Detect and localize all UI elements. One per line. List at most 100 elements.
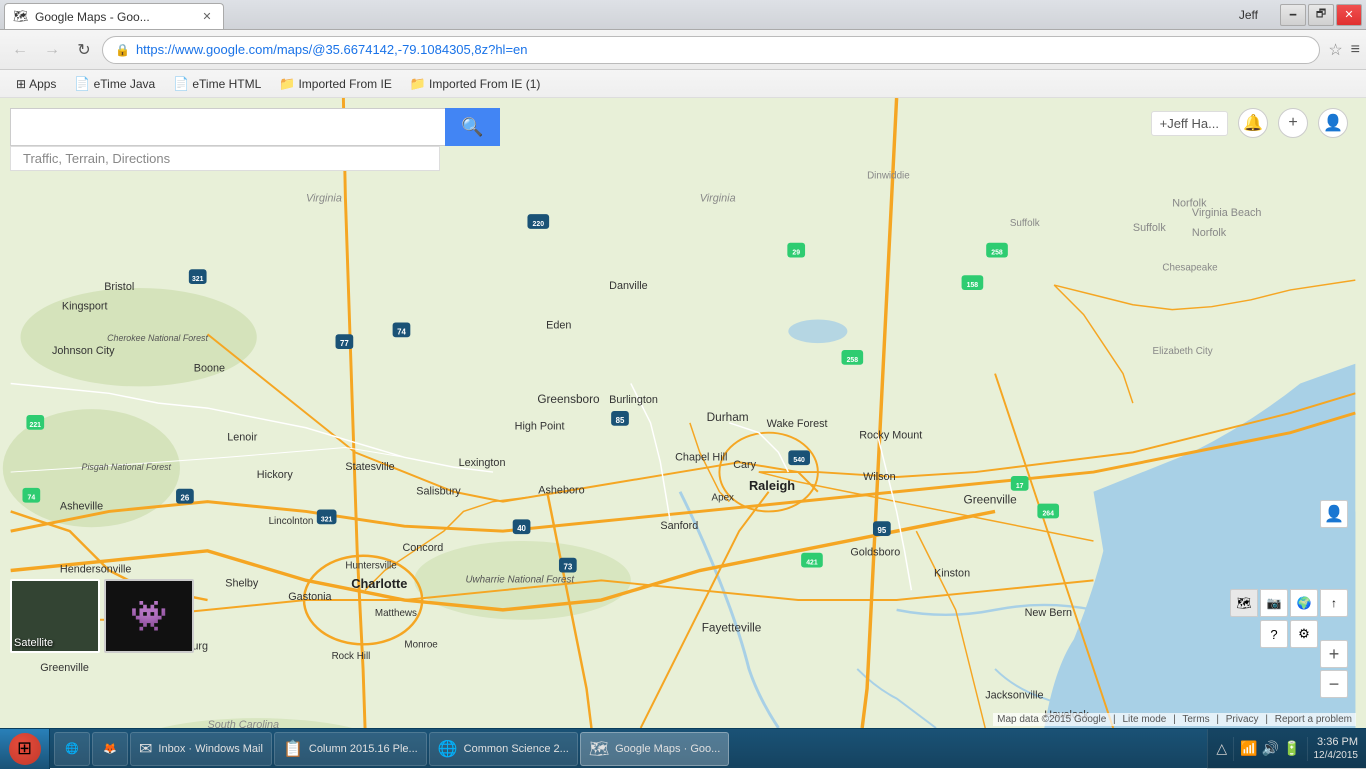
help-button[interactable]: ? bbox=[1260, 620, 1288, 648]
svg-text:Norfolk: Norfolk bbox=[1172, 197, 1207, 209]
user-account-icon[interactable]: 👤 bbox=[1318, 108, 1348, 138]
settings-button[interactable]: ⚙ bbox=[1290, 620, 1318, 648]
svg-text:74: 74 bbox=[397, 327, 406, 336]
bookmark-etime-html[interactable]: 📄 eTime HTML bbox=[165, 74, 269, 94]
main-content: 77 40 85 95 26 73 74 bbox=[0, 98, 1366, 728]
chrome-menu-icon[interactable]: ≡ bbox=[1351, 41, 1360, 59]
svg-text:17: 17 bbox=[1016, 483, 1024, 490]
tab-close-button[interactable]: ✕ bbox=[199, 9, 215, 25]
svg-text:321: 321 bbox=[321, 516, 333, 523]
svg-text:95: 95 bbox=[877, 526, 886, 535]
svg-text:South Carolina: South Carolina bbox=[208, 719, 280, 728]
svg-text:Concord: Concord bbox=[402, 542, 443, 554]
start-button[interactable]: ⊞ bbox=[0, 729, 50, 769]
bookmark-imported-ie-1[interactable]: 📁 Imported From IE (1) bbox=[402, 74, 549, 94]
column-icon: 📋 bbox=[283, 739, 303, 759]
google-maps-taskbar-label: Google Maps · Goo... bbox=[615, 743, 720, 755]
attribution-text: Map data ©2015 Google bbox=[997, 714, 1106, 725]
volume-icon[interactable]: 🔊 bbox=[1262, 740, 1279, 757]
map-type-selector: Satellite 👾 bbox=[10, 579, 194, 653]
satellite-view-button[interactable]: Satellite bbox=[10, 579, 100, 653]
map-top-right-icons: +Jeff Ha... 🔔 + 👤 bbox=[1151, 108, 1348, 138]
svg-text:Matthews: Matthews bbox=[375, 608, 417, 619]
nav-bar: ← → ↻ 🔒 https://www.google.com/maps/@35.… bbox=[0, 30, 1366, 70]
inbox-mail-label: Inbox · Windows Mail bbox=[158, 743, 263, 755]
network-icon[interactable]: 📶 bbox=[1240, 740, 1257, 757]
taskbar-column-task[interactable]: 📋 Column 2015.16 Ple... bbox=[274, 732, 427, 766]
taskbar-common-science[interactable]: 🌐 Common Science 2... bbox=[429, 732, 578, 766]
search-icon: 🔍 bbox=[461, 117, 483, 138]
satellite-view-toggle[interactable]: 📷 bbox=[1260, 589, 1288, 617]
svg-text:Wilson: Wilson bbox=[863, 471, 895, 483]
svg-text:New Bern: New Bern bbox=[1025, 607, 1072, 619]
svg-text:Lenoir: Lenoir bbox=[227, 432, 257, 444]
refresh-button[interactable]: ↻ bbox=[70, 36, 98, 64]
svg-text:Bristol: Bristol bbox=[104, 281, 134, 293]
bookmarks-bar: ⊞ Apps 📄 eTime Java 📄 eTime HTML 📁 Impor… bbox=[0, 70, 1366, 98]
earth-view-toggle[interactable]: 🌍 bbox=[1290, 589, 1318, 617]
address-bar[interactable]: 🔒 https://www.google.com/maps/@35.667414… bbox=[102, 36, 1320, 64]
back-button[interactable]: ← bbox=[6, 36, 34, 64]
svg-text:Chapel Hill: Chapel Hill bbox=[675, 451, 727, 463]
svg-text:Goldsboro: Goldsboro bbox=[850, 547, 900, 559]
svg-text:Hickory: Hickory bbox=[257, 469, 294, 481]
maximize-button[interactable]: 🗗 bbox=[1308, 4, 1334, 26]
add-content-icon[interactable]: + bbox=[1278, 108, 1308, 138]
power-icon[interactable]: 🔋 bbox=[1283, 740, 1300, 757]
bookmark-imported-ie[interactable]: 📁 Imported From IE bbox=[271, 74, 400, 94]
map-view-toggle[interactable]: 🗺 bbox=[1230, 589, 1258, 617]
apps-icon: ⊞ bbox=[16, 77, 26, 91]
minimize-button[interactable]: 🗕 bbox=[1280, 4, 1306, 26]
close-button[interactable]: ✕ bbox=[1336, 4, 1362, 26]
svg-text:Durham: Durham bbox=[707, 410, 749, 424]
svg-text:Sanford: Sanford bbox=[660, 520, 698, 532]
svg-text:29: 29 bbox=[792, 250, 800, 257]
column-label: Column 2015.16 Ple... bbox=[309, 743, 418, 755]
notifications-icon[interactable]: 🔔 bbox=[1238, 108, 1268, 138]
svg-text:Monroe: Monroe bbox=[404, 639, 438, 650]
clock-time: 3:36 PM bbox=[1314, 735, 1359, 749]
street-view-person[interactable]: 👤 bbox=[1320, 500, 1348, 528]
attr-sep4: | bbox=[1265, 714, 1268, 725]
terms-link[interactable]: Terms bbox=[1182, 714, 1209, 725]
report-problem-link[interactable]: Report a problem bbox=[1275, 714, 1352, 725]
bookmark-etime-java[interactable]: 📄 eTime Java bbox=[66, 74, 163, 94]
etime-html-label: eTime HTML bbox=[192, 77, 261, 91]
layers-toggle[interactable]: ↑ bbox=[1320, 589, 1348, 617]
bookmark-apps[interactable]: ⊞ Apps bbox=[8, 75, 64, 93]
map-area[interactable]: 77 40 85 95 26 73 74 bbox=[0, 98, 1366, 728]
svg-text:Danville: Danville bbox=[609, 280, 647, 292]
window-controls: 🗕 🗗 ✕ bbox=[1280, 4, 1362, 26]
taskbar-google-maps[interactable]: 🗺 Google Maps · Goo... bbox=[580, 732, 729, 766]
lite-mode-link[interactable]: Lite mode bbox=[1122, 714, 1166, 725]
taskbar-inbox-mail[interactable]: ✉ Inbox · Windows Mail bbox=[130, 732, 272, 766]
svg-text:40: 40 bbox=[517, 524, 526, 533]
map-search-button[interactable]: 🔍 bbox=[445, 108, 500, 146]
bookmark-star-icon[interactable]: ☆ bbox=[1328, 40, 1342, 60]
taskbar-firefox-icon[interactable]: 🦊 bbox=[92, 732, 128, 766]
attr-sep2: | bbox=[1173, 714, 1176, 725]
forward-button[interactable]: → bbox=[38, 36, 66, 64]
svg-text:Jacksonville: Jacksonville bbox=[985, 689, 1043, 701]
map-search-input[interactable] bbox=[10, 108, 445, 146]
svg-text:Gastonia: Gastonia bbox=[288, 591, 332, 603]
tray-expand-icon[interactable]: △ bbox=[1216, 740, 1227, 757]
browser-tab-active[interactable]: 🗺 Google Maps - Goo... ✕ bbox=[4, 3, 224, 29]
pacman-view-button[interactable]: 👾 bbox=[104, 579, 194, 653]
svg-text:Boone: Boone bbox=[194, 363, 225, 375]
taskbar-ie-icon[interactable]: 🌐 bbox=[54, 732, 90, 766]
zoom-out-button[interactable]: − bbox=[1320, 670, 1348, 698]
privacy-link[interactable]: Privacy bbox=[1226, 714, 1259, 725]
jeff-profile-label[interactable]: +Jeff Ha... bbox=[1151, 111, 1228, 136]
firefox-icon: 🦊 bbox=[103, 742, 117, 755]
title-bar: 🗺 Google Maps - Goo... ✕ Jeff 🗕 🗗 ✕ bbox=[0, 0, 1366, 30]
svg-text:Greensboro: Greensboro bbox=[537, 392, 600, 406]
svg-text:Cherokee National Forest: Cherokee National Forest bbox=[107, 333, 208, 343]
svg-text:Dinwiddie: Dinwiddie bbox=[867, 171, 910, 182]
svg-text:74: 74 bbox=[28, 495, 36, 502]
tray-divider bbox=[1233, 737, 1234, 761]
system-clock[interactable]: 3:36 PM 12/4/2015 bbox=[1314, 735, 1359, 762]
tab-favicon: 🗺 bbox=[13, 9, 29, 25]
svg-text:85: 85 bbox=[616, 416, 625, 425]
map-hint[interactable]: Traffic, Terrain, Directions bbox=[10, 146, 440, 171]
